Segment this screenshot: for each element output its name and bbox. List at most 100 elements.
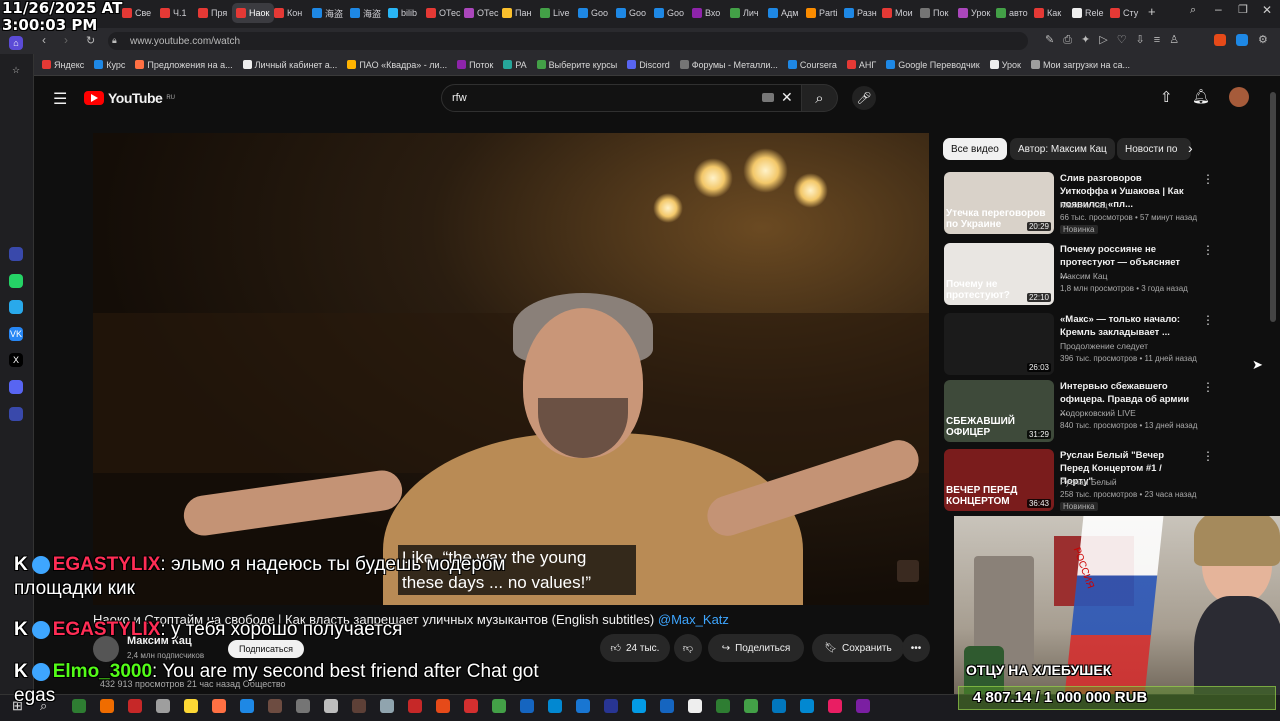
home-icon[interactable]: ⌂ [9,36,23,50]
vk-icon[interactable]: VK [9,327,23,341]
taskbar-app-icon[interactable] [772,699,786,713]
browser-tab[interactable]: Parti [802,3,844,23]
browser-tab[interactable]: Вхо [688,3,730,23]
kebab-menu-icon[interactable]: ⋮ [1202,449,1214,463]
bookmark-item[interactable]: Форумы - Металли... [679,60,778,70]
save-button[interactable]: 🔖︎ Сохранить [812,634,904,662]
bookmark-item[interactable]: Coursera [787,60,837,70]
video-thumbnail[interactable]: ВЕЧЕР ПЕРЕД КОНЦЕРТОМ 36:43 [944,449,1054,511]
taskbar-app-icon[interactable] [632,699,646,713]
video-thumbnail[interactable]: СБЕЖАВШИЙ ОФИЦЕР 31:29 [944,380,1054,442]
kebab-menu-icon[interactable]: ⋮ [1202,243,1214,257]
browser-tab[interactable]: Goo [650,3,692,23]
browser-tab[interactable]: bilib [384,3,426,23]
taskbar-app-icon[interactable] [744,699,758,713]
browser-tab[interactable]: Разн [840,3,882,23]
bookmark-item[interactable]: ПАО «Квадра» - ли... [347,60,447,70]
taskbar-app-icon[interactable] [688,699,702,713]
dislike-button[interactable]: 👎︎ [674,634,702,662]
chip-author[interactable]: Автор: Максим Кац [1010,138,1115,160]
taskbar-app-icon[interactable] [576,699,590,713]
taskbar-app-icon[interactable] [604,699,618,713]
bookmark-item[interactable]: Поток [457,60,493,70]
browser-tab[interactable]: Адм [764,3,806,23]
more-actions-button[interactable]: ••• [902,634,930,662]
kebab-menu-icon[interactable]: ⋮ [1202,313,1214,327]
share-button[interactable]: ↪ Поделиться [708,634,804,662]
bookmark-item[interactable]: Предложения на а... [135,60,233,70]
video-thumbnail[interactable]: Утечка переговоров по Украине 20:29 [944,172,1054,234]
avatar[interactable] [1229,87,1249,107]
extension-icon-2[interactable] [1236,34,1248,46]
x-icon[interactable]: X [9,353,23,367]
star-icon[interactable]: ☆ [9,63,23,77]
browser-tab[interactable]: Live [536,3,578,23]
app-icon[interactable] [9,247,23,261]
search-button[interactable]: ⌕ [802,84,838,112]
recommended-channel[interactable]: Руслан Белый [1060,477,1117,487]
browser-tab[interactable]: Пря [194,3,236,23]
discord-icon[interactable] [9,380,23,394]
browser-tab[interactable]: Пок [916,3,958,23]
browser-tab[interactable]: Кон [270,3,312,23]
whatsapp-icon[interactable] [9,274,23,288]
bookmark-item[interactable]: Мои загрузки на са... [1030,60,1130,70]
video-thumbnail[interactable]: Почему не протестуют? 22:10 [944,243,1054,305]
recommended-video[interactable]: 26:03 «Макс» — только начало: Кремль закл… [944,313,1214,377]
recommended-channel[interactable]: Максим Кац [1060,271,1107,281]
bookmark-item[interactable]: АНГ [846,60,876,70]
recommended-video[interactable]: Утечка переговоров по Украине 20:29 Слив р… [944,172,1214,236]
recommended-channel[interactable]: Ходорковский LIVE [1060,408,1136,418]
recommended-title[interactable]: «Макс» — только начало: Кремль закладыва… [1060,313,1190,339]
browser-tab[interactable]: ОТес [460,3,502,23]
bookmark-item[interactable]: Яндекс [42,60,84,70]
search-tabs-icon[interactable]: ⌕ [1190,4,1196,17]
recommended-channel[interactable]: Максим Кац [1060,200,1107,210]
taskbar-app-icon[interactable] [716,699,730,713]
taskbar-app-icon[interactable] [828,699,842,713]
notifications-icon[interactable]: 🔔︎ [1192,88,1210,105]
browser-tab[interactable]: Rele [1068,3,1110,23]
app-icon-2[interactable] [9,407,23,421]
chip-news[interactable]: Новости по [1117,138,1191,160]
clear-search-icon[interactable]: ✕ [781,89,793,106]
bookmark-item[interactable]: Google Переводчик [886,60,980,70]
browser-tab[interactable]: ОТес [422,3,464,23]
menu-icon[interactable]: ☰ [53,89,67,109]
browser-tab[interactable]: Лич [726,3,768,23]
search-input[interactable]: rfw [441,84,802,112]
browser-tab[interactable]: Goo [574,3,616,23]
video-player[interactable] [93,133,929,605]
kebab-menu-icon[interactable]: ⋮ [1202,380,1214,394]
channel-watermark[interactable] [897,560,919,582]
recommended-video[interactable]: Почему не протестуют? 22:10 Почему россиян… [944,243,1214,307]
bookmark-item[interactable]: Личный кабинет а... [242,60,337,70]
settings-icon[interactable]: ⚙ [1258,33,1268,46]
youtube-logo[interactable]: YouTube RU [84,90,175,106]
scrollbar-thumb[interactable] [1270,92,1276,322]
forward-icon[interactable]: › [64,33,68,47]
new-tab-icon[interactable]: + [1148,4,1156,19]
browser-tab[interactable]: Ч.1 [156,3,198,23]
telegram-icon[interactable] [9,300,23,314]
taskbar-app-icon[interactable] [856,699,870,713]
subscribe-button[interactable]: Подписаться [228,640,304,658]
extension-icon[interactable] [1214,34,1226,46]
browser-tab[interactable]: авто [992,3,1034,23]
browser-tab[interactable]: Све [118,3,160,23]
browser-tab[interactable]: Goo [612,3,654,23]
minimize-icon[interactable]: – [1215,2,1222,16]
voice-search-icon[interactable]: 🎤︎ [852,86,876,110]
close-window-icon[interactable]: ✕ [1262,3,1272,17]
taskbar-app-icon[interactable] [660,699,674,713]
bookmark-item[interactable]: PA [503,60,527,70]
chip-all-videos[interactable]: Все видео [943,138,1007,160]
recommended-video[interactable]: СБЕЖАВШИЙ ОФИЦЕР 31:29 Интервью сбежавшего… [944,380,1214,444]
recommended-video[interactable]: ВЕЧЕР ПЕРЕД КОНЦЕРТОМ 36:43 Руслан Белый "… [944,449,1214,513]
bookmark-item[interactable]: Урок [989,60,1021,70]
bookmark-item[interactable]: Курс [94,60,125,70]
maximize-icon[interactable]: ❐ [1238,3,1248,16]
browser-tab[interactable]: Наок [232,3,274,23]
url-field[interactable]: www.youtube.com/watch [108,32,1028,50]
taskbar-app-icon[interactable] [800,699,814,713]
